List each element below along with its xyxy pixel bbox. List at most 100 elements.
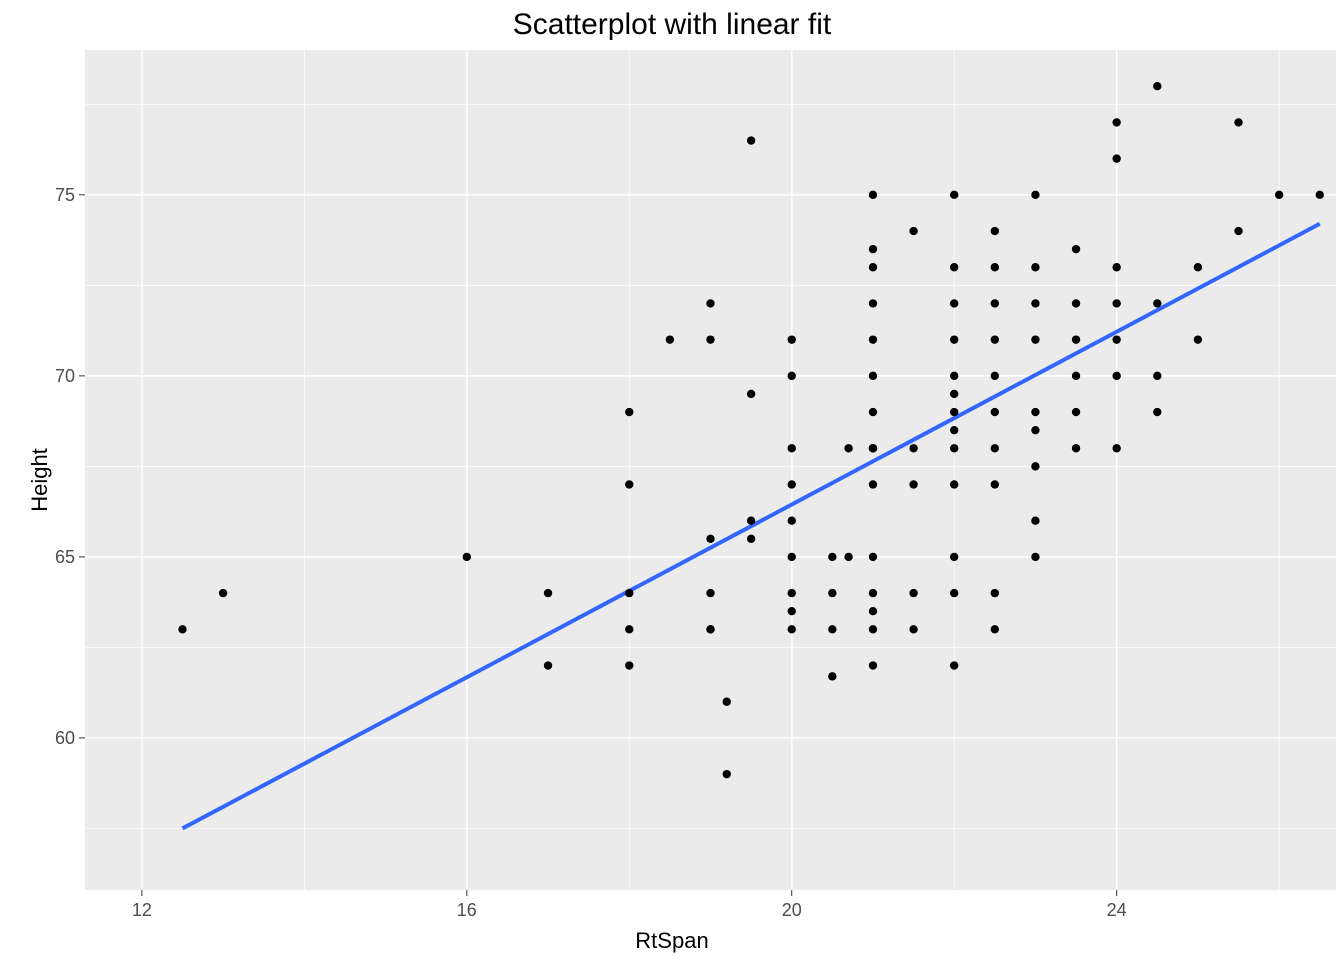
data-point: [950, 408, 958, 416]
data-point: [950, 480, 958, 488]
data-point: [909, 625, 917, 633]
x-tick-label: 16: [457, 900, 477, 920]
data-point: [869, 607, 877, 615]
data-point: [950, 191, 958, 199]
data-point: [991, 299, 999, 307]
data-point: [788, 480, 796, 488]
data-point: [706, 535, 714, 543]
data-point: [950, 661, 958, 669]
data-point: [1194, 335, 1202, 343]
data-point: [1112, 299, 1120, 307]
data-point: [625, 625, 633, 633]
data-point: [844, 553, 852, 561]
data-point: [991, 263, 999, 271]
data-point: [625, 408, 633, 416]
data-point: [869, 589, 877, 597]
data-point: [950, 372, 958, 380]
data-point: [706, 589, 714, 597]
data-point: [178, 625, 186, 633]
data-point: [788, 553, 796, 561]
data-point: [1234, 227, 1242, 235]
data-point: [991, 227, 999, 235]
data-point: [788, 444, 796, 452]
data-point: [828, 625, 836, 633]
data-point: [1153, 299, 1161, 307]
y-tick-label: 75: [55, 185, 75, 205]
data-point: [1234, 118, 1242, 126]
data-point: [1072, 335, 1080, 343]
data-point: [1153, 372, 1161, 380]
data-point: [544, 661, 552, 669]
data-point: [788, 625, 796, 633]
data-point: [869, 553, 877, 561]
data-point: [1031, 462, 1039, 470]
data-point: [625, 589, 633, 597]
data-point: [950, 299, 958, 307]
data-point: [844, 444, 852, 452]
data-point: [788, 589, 796, 597]
data-point: [1153, 408, 1161, 416]
data-point: [1031, 516, 1039, 524]
data-point: [625, 661, 633, 669]
data-point: [747, 535, 755, 543]
data-point: [706, 335, 714, 343]
data-point: [1112, 444, 1120, 452]
data-point: [219, 589, 227, 597]
data-point: [991, 335, 999, 343]
data-point: [869, 480, 877, 488]
data-point: [950, 589, 958, 597]
data-point: [1153, 82, 1161, 90]
data-point: [869, 408, 877, 416]
x-tick-label: 20: [782, 900, 802, 920]
data-point: [1112, 154, 1120, 162]
data-point: [869, 263, 877, 271]
data-point: [747, 516, 755, 524]
data-point: [869, 625, 877, 633]
data-point: [1031, 335, 1039, 343]
data-point: [991, 589, 999, 597]
data-point: [723, 698, 731, 706]
data-point: [625, 480, 633, 488]
data-point: [828, 672, 836, 680]
data-point: [463, 553, 471, 561]
data-point: [1072, 245, 1080, 253]
data-point: [788, 372, 796, 380]
data-point: [1072, 372, 1080, 380]
data-point: [1072, 299, 1080, 307]
data-point: [1031, 553, 1039, 561]
data-point: [1194, 263, 1202, 271]
data-point: [544, 589, 552, 597]
data-point: [869, 444, 877, 452]
data-point: [869, 661, 877, 669]
data-point: [747, 136, 755, 144]
data-point: [869, 372, 877, 380]
data-point: [828, 589, 836, 597]
data-point: [991, 480, 999, 488]
data-point: [950, 390, 958, 398]
data-point: [723, 770, 731, 778]
y-tick-label: 70: [55, 366, 75, 386]
data-point: [788, 335, 796, 343]
data-point: [869, 299, 877, 307]
data-point: [909, 480, 917, 488]
data-point: [1031, 263, 1039, 271]
data-point: [909, 444, 917, 452]
data-point: [788, 607, 796, 615]
data-point: [950, 444, 958, 452]
data-point: [869, 335, 877, 343]
data-point: [869, 245, 877, 253]
data-point: [1031, 408, 1039, 416]
data-point: [991, 444, 999, 452]
data-point: [1112, 118, 1120, 126]
data-point: [991, 372, 999, 380]
data-point: [1316, 191, 1324, 199]
y-tick-label: 65: [55, 547, 75, 567]
data-point: [828, 553, 836, 561]
data-point: [1275, 191, 1283, 199]
chart-container: Scatterplot with linear fit Height RtSpa…: [0, 0, 1344, 960]
data-point: [706, 625, 714, 633]
x-tick-label: 24: [1107, 900, 1127, 920]
data-point: [666, 335, 674, 343]
y-tick-label: 60: [55, 728, 75, 748]
data-point: [991, 408, 999, 416]
